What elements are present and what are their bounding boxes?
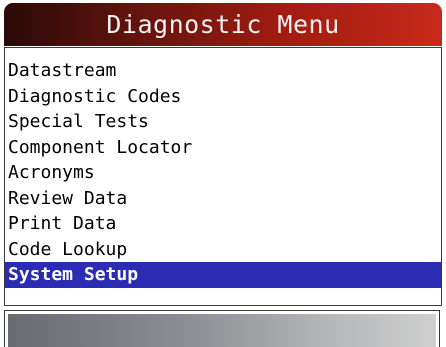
menu-item-review-data[interactable]: Review Data [5, 186, 441, 212]
menu-item-component-locator[interactable]: Component Locator [5, 135, 441, 161]
menu-item-special-tests[interactable]: Special Tests [5, 109, 441, 135]
menu-item-acronyms[interactable]: Acronyms [5, 160, 441, 186]
status-panel [4, 310, 440, 347]
menu-item-print-data[interactable]: Print Data [5, 211, 441, 237]
menu-item-diagnostic-codes[interactable]: Diagnostic Codes [5, 84, 441, 110]
page-title: Diagnostic Menu [106, 10, 340, 39]
menu-list: Datastream Diagnostic Codes Special Test… [5, 58, 441, 288]
menu-panel: Datastream Diagnostic Codes Special Test… [4, 47, 442, 306]
title-bar: Diagnostic Menu [4, 3, 442, 46]
menu-item-datastream[interactable]: Datastream [5, 58, 441, 84]
menu-item-code-lookup[interactable]: Code Lookup [5, 237, 441, 263]
menu-item-system-setup[interactable]: System Setup [5, 262, 441, 288]
status-bar [8, 314, 436, 347]
scan-tool-screen: Diagnostic Menu Datastream Diagnostic Co… [0, 0, 446, 347]
